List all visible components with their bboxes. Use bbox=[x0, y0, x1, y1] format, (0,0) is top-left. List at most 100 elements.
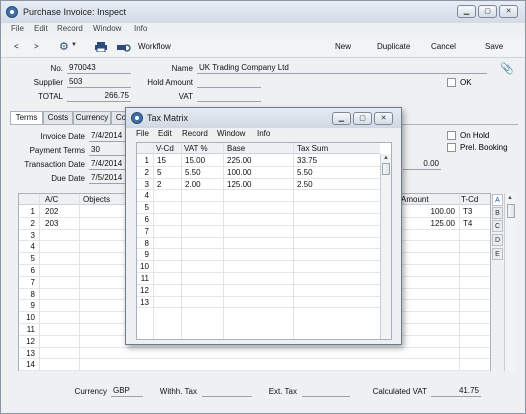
menu-record[interactable]: Record bbox=[57, 24, 83, 33]
save-button[interactable]: Save bbox=[485, 42, 503, 51]
on-hold-label: On Hold bbox=[460, 131, 490, 140]
payment-terms-field[interactable]: 30 bbox=[89, 145, 129, 156]
back-button[interactable]: < bbox=[14, 42, 19, 51]
col-ac-header: A/C bbox=[45, 195, 59, 204]
flip-d-button[interactable]: D bbox=[492, 234, 503, 246]
tax-grid-col-divider bbox=[223, 143, 224, 339]
payment-terms-label: Payment Terms bbox=[29, 146, 85, 155]
tax-matrix-title: Tax Matrix bbox=[147, 113, 189, 123]
vat-label: VAT bbox=[178, 92, 193, 101]
window-title: Purchase Invoice: Inspect bbox=[23, 7, 127, 17]
col-vat-header: VAT % bbox=[184, 144, 208, 153]
col-tax-sum-header: Tax Sum bbox=[297, 144, 329, 153]
col-objects-header: Objects bbox=[83, 195, 111, 204]
tax-grid-col-divider bbox=[181, 143, 182, 339]
toolbar: < > ⚙ ▼ Workflow New Duplicate Cancel Sa… bbox=[1, 36, 525, 58]
duplicate-button[interactable]: Duplicate bbox=[377, 42, 410, 51]
flip-e-button[interactable]: E bbox=[492, 248, 503, 260]
name-label: Name bbox=[171, 64, 193, 73]
menu-bar: File Edit Record Window Info bbox=[1, 23, 525, 36]
total-field: 266.75 bbox=[67, 91, 131, 102]
scroll-up-icon[interactable]: ▲ bbox=[383, 155, 389, 161]
flip-c-button[interactable]: C bbox=[492, 220, 503, 232]
tab-costs[interactable]: Costs bbox=[43, 111, 73, 124]
chevron-down-icon: ▼ bbox=[71, 42, 77, 48]
maximize-button[interactable]: ▢ bbox=[478, 5, 497, 18]
tab-currency[interactable]: Currency bbox=[73, 111, 111, 124]
scroll-thumb[interactable] bbox=[382, 163, 390, 175]
supplier-field[interactable]: 503 bbox=[67, 77, 131, 88]
grid-col-divider bbox=[79, 194, 80, 370]
col-base-header: Base bbox=[227, 144, 246, 153]
menu-file[interactable]: File bbox=[11, 24, 24, 33]
app-logo-icon bbox=[131, 112, 143, 124]
minimize-button[interactable]: ▁ bbox=[457, 5, 476, 18]
tab-terms[interactable]: Terms bbox=[10, 111, 43, 124]
tax-matrix-menu-file[interactable]: File bbox=[136, 129, 149, 138]
tax-matrix-minimize-button[interactable]: ▁ bbox=[332, 112, 351, 125]
close-button[interactable]: ✕ bbox=[499, 5, 518, 18]
terms-amount-field[interactable]: 0.00 bbox=[403, 159, 441, 170]
vat-field[interactable] bbox=[197, 91, 261, 102]
transaction-date-label: Transaction Date bbox=[24, 160, 85, 169]
cancel-button[interactable]: Cancel bbox=[431, 42, 456, 51]
flip-b-button[interactable]: B bbox=[492, 207, 503, 219]
hold-amount-field[interactable] bbox=[197, 77, 261, 88]
gear-icon: ⚙ bbox=[59, 41, 69, 53]
withh-tax-label: Withh. Tax bbox=[159, 387, 197, 396]
table-row bbox=[19, 370, 490, 372]
ok-checkbox[interactable] bbox=[447, 78, 456, 87]
tax-matrix-close-button[interactable]: ✕ bbox=[374, 112, 393, 125]
print-button[interactable] bbox=[95, 42, 107, 53]
tax-matrix-scrollbar[interactable]: ▲ bbox=[380, 154, 391, 339]
due-date-field[interactable]: 7/5/2014 bbox=[89, 173, 129, 184]
ok-label: OK bbox=[460, 78, 472, 87]
menu-info[interactable]: Info bbox=[134, 24, 147, 33]
paperclip-icon[interactable]: 📎 bbox=[500, 62, 514, 75]
name-field[interactable]: UK Trading Company Ltd bbox=[197, 63, 487, 74]
tax-matrix-menu-edit[interactable]: Edit bbox=[158, 129, 172, 138]
tax-matrix-window: Tax Matrix ▁ ▢ ✕ File Edit Record Window… bbox=[125, 107, 402, 345]
currency-field[interactable]: GBP bbox=[111, 386, 143, 397]
table-row bbox=[137, 307, 380, 309]
grid-scrollbar[interactable]: ▲ bbox=[504, 193, 516, 371]
scroll-thumb[interactable] bbox=[507, 204, 515, 218]
col-tcd-header: T-Cd bbox=[461, 195, 479, 204]
ext-tax-field[interactable] bbox=[302, 386, 350, 397]
tax-grid-col-divider bbox=[293, 143, 294, 339]
menu-edit[interactable]: Edit bbox=[34, 24, 48, 33]
calculated-vat-field: 41.75 bbox=[431, 386, 481, 397]
tax-matrix-grid: V-Cd VAT % Base Tax Sum 1 15 15.00 225.00 33… bbox=[136, 142, 392, 340]
new-button[interactable]: New bbox=[335, 42, 351, 51]
hold-amount-label: Hold Amount bbox=[147, 78, 193, 87]
due-date-label: Due Date bbox=[51, 174, 85, 183]
withh-tax-field[interactable] bbox=[202, 386, 252, 397]
tax-matrix-maximize-button[interactable]: ▢ bbox=[353, 112, 372, 125]
transaction-date-field[interactable]: 7/4/2014 bbox=[89, 159, 129, 170]
flip-a-button[interactable]: A bbox=[492, 194, 503, 206]
gear-menu-button[interactable]: ⚙ ▼ bbox=[59, 41, 79, 53]
workflow-button[interactable]: Workflow bbox=[138, 42, 171, 51]
prel-booking-checkbox[interactable] bbox=[447, 143, 456, 152]
tax-grid-col-divider bbox=[153, 143, 154, 339]
scroll-up-icon[interactable]: ▲ bbox=[507, 195, 513, 201]
print-preview-button[interactable] bbox=[117, 42, 131, 52]
app-logo-icon bbox=[6, 6, 18, 18]
invoice-date-field[interactable]: 7/4/2014 bbox=[89, 131, 129, 142]
menu-window[interactable]: Window bbox=[93, 24, 121, 33]
prel-booking-label: Prel. Booking bbox=[460, 143, 508, 152]
no-field[interactable]: 970043 bbox=[67, 63, 131, 74]
ext-tax-label: Ext. Tax bbox=[268, 387, 297, 396]
no-label: No. bbox=[50, 64, 63, 73]
printer-icon bbox=[95, 42, 107, 53]
supplier-label: Supplier bbox=[33, 78, 63, 87]
invoice-date-label: Invoice Date bbox=[40, 132, 85, 141]
forward-button[interactable]: > bbox=[34, 42, 39, 51]
on-hold-checkbox[interactable] bbox=[447, 131, 456, 140]
calculated-vat-label: Calculated VAT bbox=[372, 387, 427, 396]
window-titlebar: Purchase Invoice: Inspect ▁ ▢ ✕ bbox=[1, 1, 525, 23]
tax-matrix-menu-window[interactable]: Window bbox=[217, 129, 245, 138]
tax-matrix-menu-record[interactable]: Record bbox=[182, 129, 208, 138]
total-label: TOTAL bbox=[37, 92, 63, 101]
tax-matrix-menu-info[interactable]: Info bbox=[257, 129, 270, 138]
